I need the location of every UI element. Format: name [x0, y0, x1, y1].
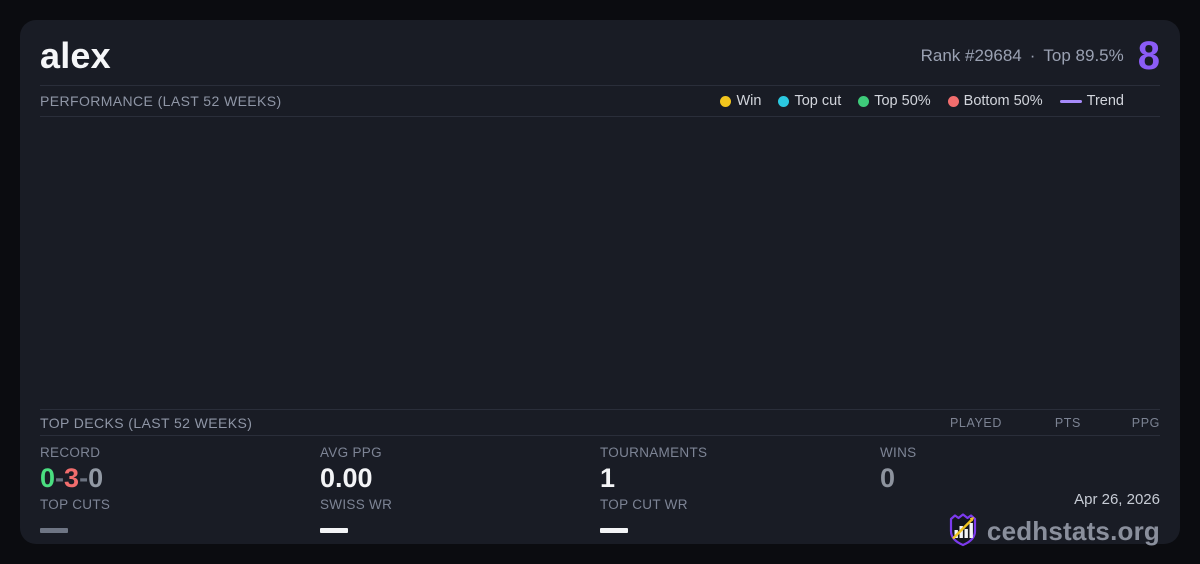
card-footer: Apr 26, 2026 cedhstats.org — [947, 491, 1160, 552]
legend-item-trend: Trend — [1059, 93, 1124, 109]
legend-label: Top 50% — [874, 93, 931, 109]
empty-value-dash — [320, 528, 348, 533]
legend-label: Bottom 50% — [963, 93, 1043, 109]
top-decks-columns: PLAYED PTS PPG — [923, 416, 1160, 430]
legend-label: Win — [736, 93, 762, 109]
performance-title: PERFORMANCE (LAST 52 WEEKS) — [40, 93, 282, 109]
chart-legend: Win Top cut Top 50% Bottom 50% Trend — [720, 93, 1160, 109]
stat-label: AVG PPG — [320, 445, 382, 460]
player-stats-card: alex Rank #29684 · Top 89.5% 8 PERFORMANCE… — [20, 20, 1180, 547]
legend-item-top-cut: Top cut — [778, 93, 841, 109]
stat-label: TOP CUT WR — [600, 497, 688, 512]
top-50-dot-icon — [858, 95, 870, 107]
stat-swiss-wr: SWISS WR — [320, 497, 600, 555]
record-value: 0-3-0 — [40, 464, 320, 492]
brand: cedhstats.org — [947, 511, 1160, 552]
bottom-50-dot-icon — [947, 95, 959, 107]
rank-number: Rank #29684 — [920, 45, 1022, 65]
win-dot-icon — [720, 95, 732, 107]
performance-section-header: PERFORMANCE (LAST 52 WEEKS) Win Top cut … — [40, 86, 1160, 116]
card-header: alex Rank #29684 · Top 89.5% 8 — [40, 20, 1160, 85]
record-wins: 0 — [40, 463, 56, 493]
stats-grid: RECORD 0-3-0 AVG PPG 0.00 TOURNAMENTS 1 … — [40, 436, 1160, 555]
rank-text: Rank #29684 · Top 89.5% — [921, 46, 1124, 66]
avg-ppg-value: 0.00 — [320, 463, 373, 493]
stat-record: RECORD 0-3-0 — [40, 445, 320, 497]
legend-label: Top cut — [794, 93, 842, 109]
top-cut-dot-icon — [778, 95, 790, 107]
dot-separator: · — [1029, 45, 1036, 65]
page-title: alex — [40, 34, 111, 76]
stat-label: RECORD — [40, 445, 101, 460]
stat-label: TOURNAMENTS — [600, 445, 708, 460]
stat-avg-ppg: AVG PPG 0.00 — [320, 445, 600, 497]
stat-wins: WINS 0 — [880, 445, 1160, 497]
top-percent: Top 89.5% — [1043, 45, 1124, 65]
column-header-pts: PTS — [1054, 415, 1081, 430]
stat-label: TOP CUTS — [40, 497, 111, 512]
date-label: Apr 26, 2026 — [1074, 491, 1160, 508]
top-decks-title: TOP DECKS (LAST 52 WEEKS) — [40, 414, 253, 431]
stat-label: WINS — [880, 445, 917, 460]
stat-tournaments: TOURNAMENTS 1 — [600, 445, 880, 497]
rank-summary: Rank #29684 · Top 89.5% 8 — [921, 36, 1160, 76]
stat-top-cuts: TOP CUTS — [40, 497, 320, 555]
legend-item-top-50: Top 50% — [858, 93, 931, 109]
record-losses: 3 — [64, 463, 80, 493]
column-header-ppg: PPG — [1131, 415, 1160, 430]
record-separator: - — [79, 463, 89, 493]
trend-line-icon — [1059, 99, 1082, 103]
wins-value: 0 — [880, 463, 896, 493]
stat-top-cut-wr: TOP CUT WR — [600, 497, 880, 555]
cedhstats-logo-icon — [947, 511, 979, 552]
stat-label: SWISS WR — [320, 497, 393, 512]
tournaments-value: 1 — [600, 463, 616, 493]
performance-chart — [40, 117, 1160, 409]
legend-label: Trend — [1086, 93, 1124, 109]
record-draws: 0 — [88, 463, 104, 493]
empty-value-dash — [40, 528, 68, 533]
column-header-played: PLAYED — [949, 415, 1002, 430]
empty-value-dash — [600, 528, 628, 533]
brand-name: cedhstats.org — [986, 516, 1160, 546]
legend-item-win: Win — [720, 93, 761, 109]
points-badge: 8 — [1137, 33, 1160, 78]
record-separator: - — [55, 463, 65, 493]
top-decks-section-header: TOP DECKS (LAST 52 WEEKS) PLAYED PTS PPG — [40, 410, 1160, 435]
legend-item-bottom-50: Bottom 50% — [947, 93, 1043, 109]
